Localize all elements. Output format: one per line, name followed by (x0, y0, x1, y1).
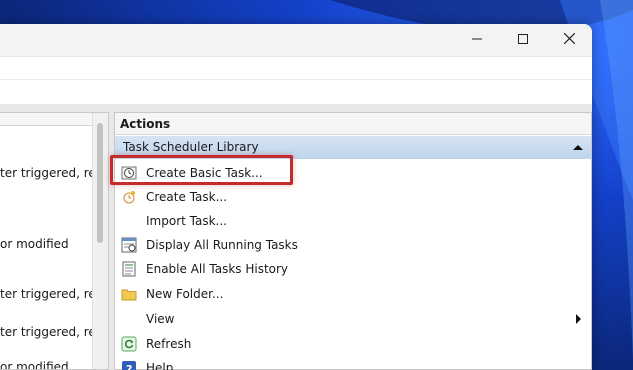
create-task-action[interactable]: Create Task... (115, 185, 591, 209)
content-area: ter triggered, rep or modified ter trigg… (0, 104, 592, 370)
task-list-pane: ter triggered, rep or modified ter trigg… (0, 112, 109, 370)
running-tasks-icon (121, 237, 137, 253)
close-icon (563, 32, 575, 47)
highlight-box (110, 155, 293, 185)
section-title: Task Scheduler Library (123, 140, 259, 154)
chevron-right-icon (576, 314, 581, 324)
task-list-row[interactable]: ter triggered, rep (0, 325, 103, 339)
action-label: Help (146, 361, 174, 370)
task-history-icon (121, 261, 137, 277)
task-scheduler-window: ter triggered, rep or modified ter trigg… (0, 24, 592, 370)
title-bar (0, 24, 592, 56)
maximize-icon (518, 33, 528, 47)
action-label: View (146, 312, 175, 326)
action-label: Import Task... (146, 214, 227, 228)
task-list-header (0, 113, 92, 126)
new-folder-action[interactable]: New Folder... (115, 282, 591, 306)
action-label: New Folder... (146, 287, 224, 301)
action-label: Refresh (146, 337, 192, 351)
task-list-row[interactable]: ter triggered, rep (0, 166, 103, 180)
minimize-button[interactable] (454, 24, 500, 56)
actions-header: Actions (115, 113, 591, 135)
help-action[interactable]: ? Help (115, 356, 591, 370)
minimize-icon (472, 33, 482, 47)
create-task-icon (121, 189, 137, 205)
display-running-tasks-action[interactable]: Display All Running Tasks (115, 233, 591, 257)
actions-pane: Actions Task Scheduler Library Create Ba… (114, 112, 592, 370)
help-icon: ? (121, 360, 137, 370)
folder-icon (121, 286, 137, 302)
refresh-icon (121, 336, 137, 352)
toolbar (0, 79, 592, 105)
enable-tasks-history-action[interactable]: Enable All Tasks History (115, 257, 591, 281)
action-label: Enable All Tasks History (146, 262, 289, 276)
svg-text:?: ? (126, 363, 132, 370)
task-list-row[interactable]: or modified (0, 237, 69, 251)
maximize-button[interactable] (500, 24, 546, 56)
task-list-row[interactable]: or modified (0, 360, 69, 369)
menu-bar (0, 56, 592, 79)
action-label: Display All Running Tasks (146, 238, 298, 252)
action-label: Create Task... (146, 190, 228, 204)
collapse-icon[interactable] (573, 145, 583, 150)
view-action[interactable]: View (115, 307, 591, 331)
task-list-scrollbar[interactable] (92, 113, 108, 369)
refresh-action[interactable]: Refresh (115, 332, 591, 356)
close-button[interactable] (546, 24, 592, 56)
task-list-row[interactable]: ter triggered, rep (0, 287, 103, 301)
scrollbar-thumb[interactable] (97, 123, 103, 243)
import-task-action[interactable]: Import Task... (115, 209, 591, 233)
